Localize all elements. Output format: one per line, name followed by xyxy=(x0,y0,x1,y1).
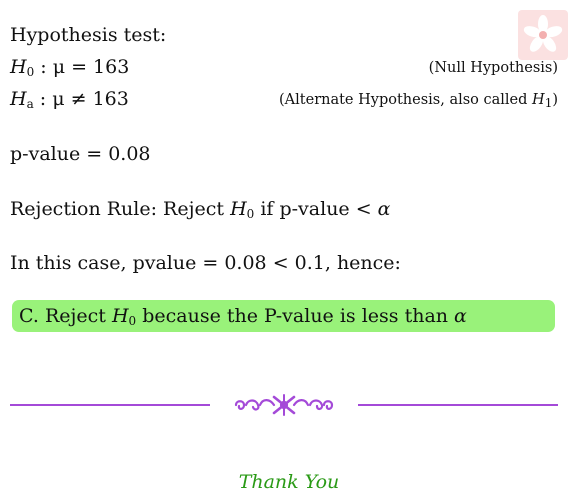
divider-left xyxy=(10,404,210,406)
p-value-line: p-value = 0.08 xyxy=(10,143,151,165)
alternate-hypothesis: Ha : μ ≠ 163 xyxy=(10,88,129,110)
thank-you-text: Thank You xyxy=(238,471,340,493)
alternate-hypothesis-note: (Alternate Hypothesis, also called H1) xyxy=(279,92,558,109)
answer-h-symbol: H xyxy=(111,305,129,327)
watermark-logo-icon xyxy=(518,10,568,60)
answer-prefix: C. Reject xyxy=(19,305,112,327)
ha-note-prefix: (Alternate Hypothesis, also called xyxy=(279,92,533,108)
case-line: In this case, pvalue = 0.08 < 0.1, hence… xyxy=(10,252,401,274)
flourish-ornament-icon xyxy=(232,393,336,417)
h0-symbol: H xyxy=(10,56,27,78)
ha-expression: : μ ≠ 163 xyxy=(39,88,129,110)
rejection-alpha: α xyxy=(377,198,391,220)
answer-middle: because the P-value is less than xyxy=(136,305,455,327)
rejection-prefix: Rejection Rule: Reject xyxy=(10,198,231,220)
ha-note-suffix: ) xyxy=(552,92,558,108)
ha-subscript: a xyxy=(26,97,34,111)
null-hypothesis: H0 : μ = 163 xyxy=(10,56,129,78)
heading: Hypothesis test: xyxy=(10,24,167,46)
h0-expression: : μ = 163 xyxy=(40,56,130,78)
h0-subscript: 0 xyxy=(26,65,35,79)
answer-box: C. Reject H0 because the P-value is less… xyxy=(12,300,555,332)
ha-symbol: H xyxy=(10,88,27,110)
h1-symbol: H xyxy=(532,92,545,108)
rejection-h-symbol: H xyxy=(230,198,247,220)
rejection-rule: Rejection Rule: Reject H0 if p-value < α xyxy=(10,198,391,220)
null-hypothesis-note: (Null Hypothesis) xyxy=(428,60,558,76)
divider-right xyxy=(358,404,558,406)
rejection-suffix: if p-value < xyxy=(254,198,378,220)
answer-alpha: α xyxy=(454,305,467,327)
